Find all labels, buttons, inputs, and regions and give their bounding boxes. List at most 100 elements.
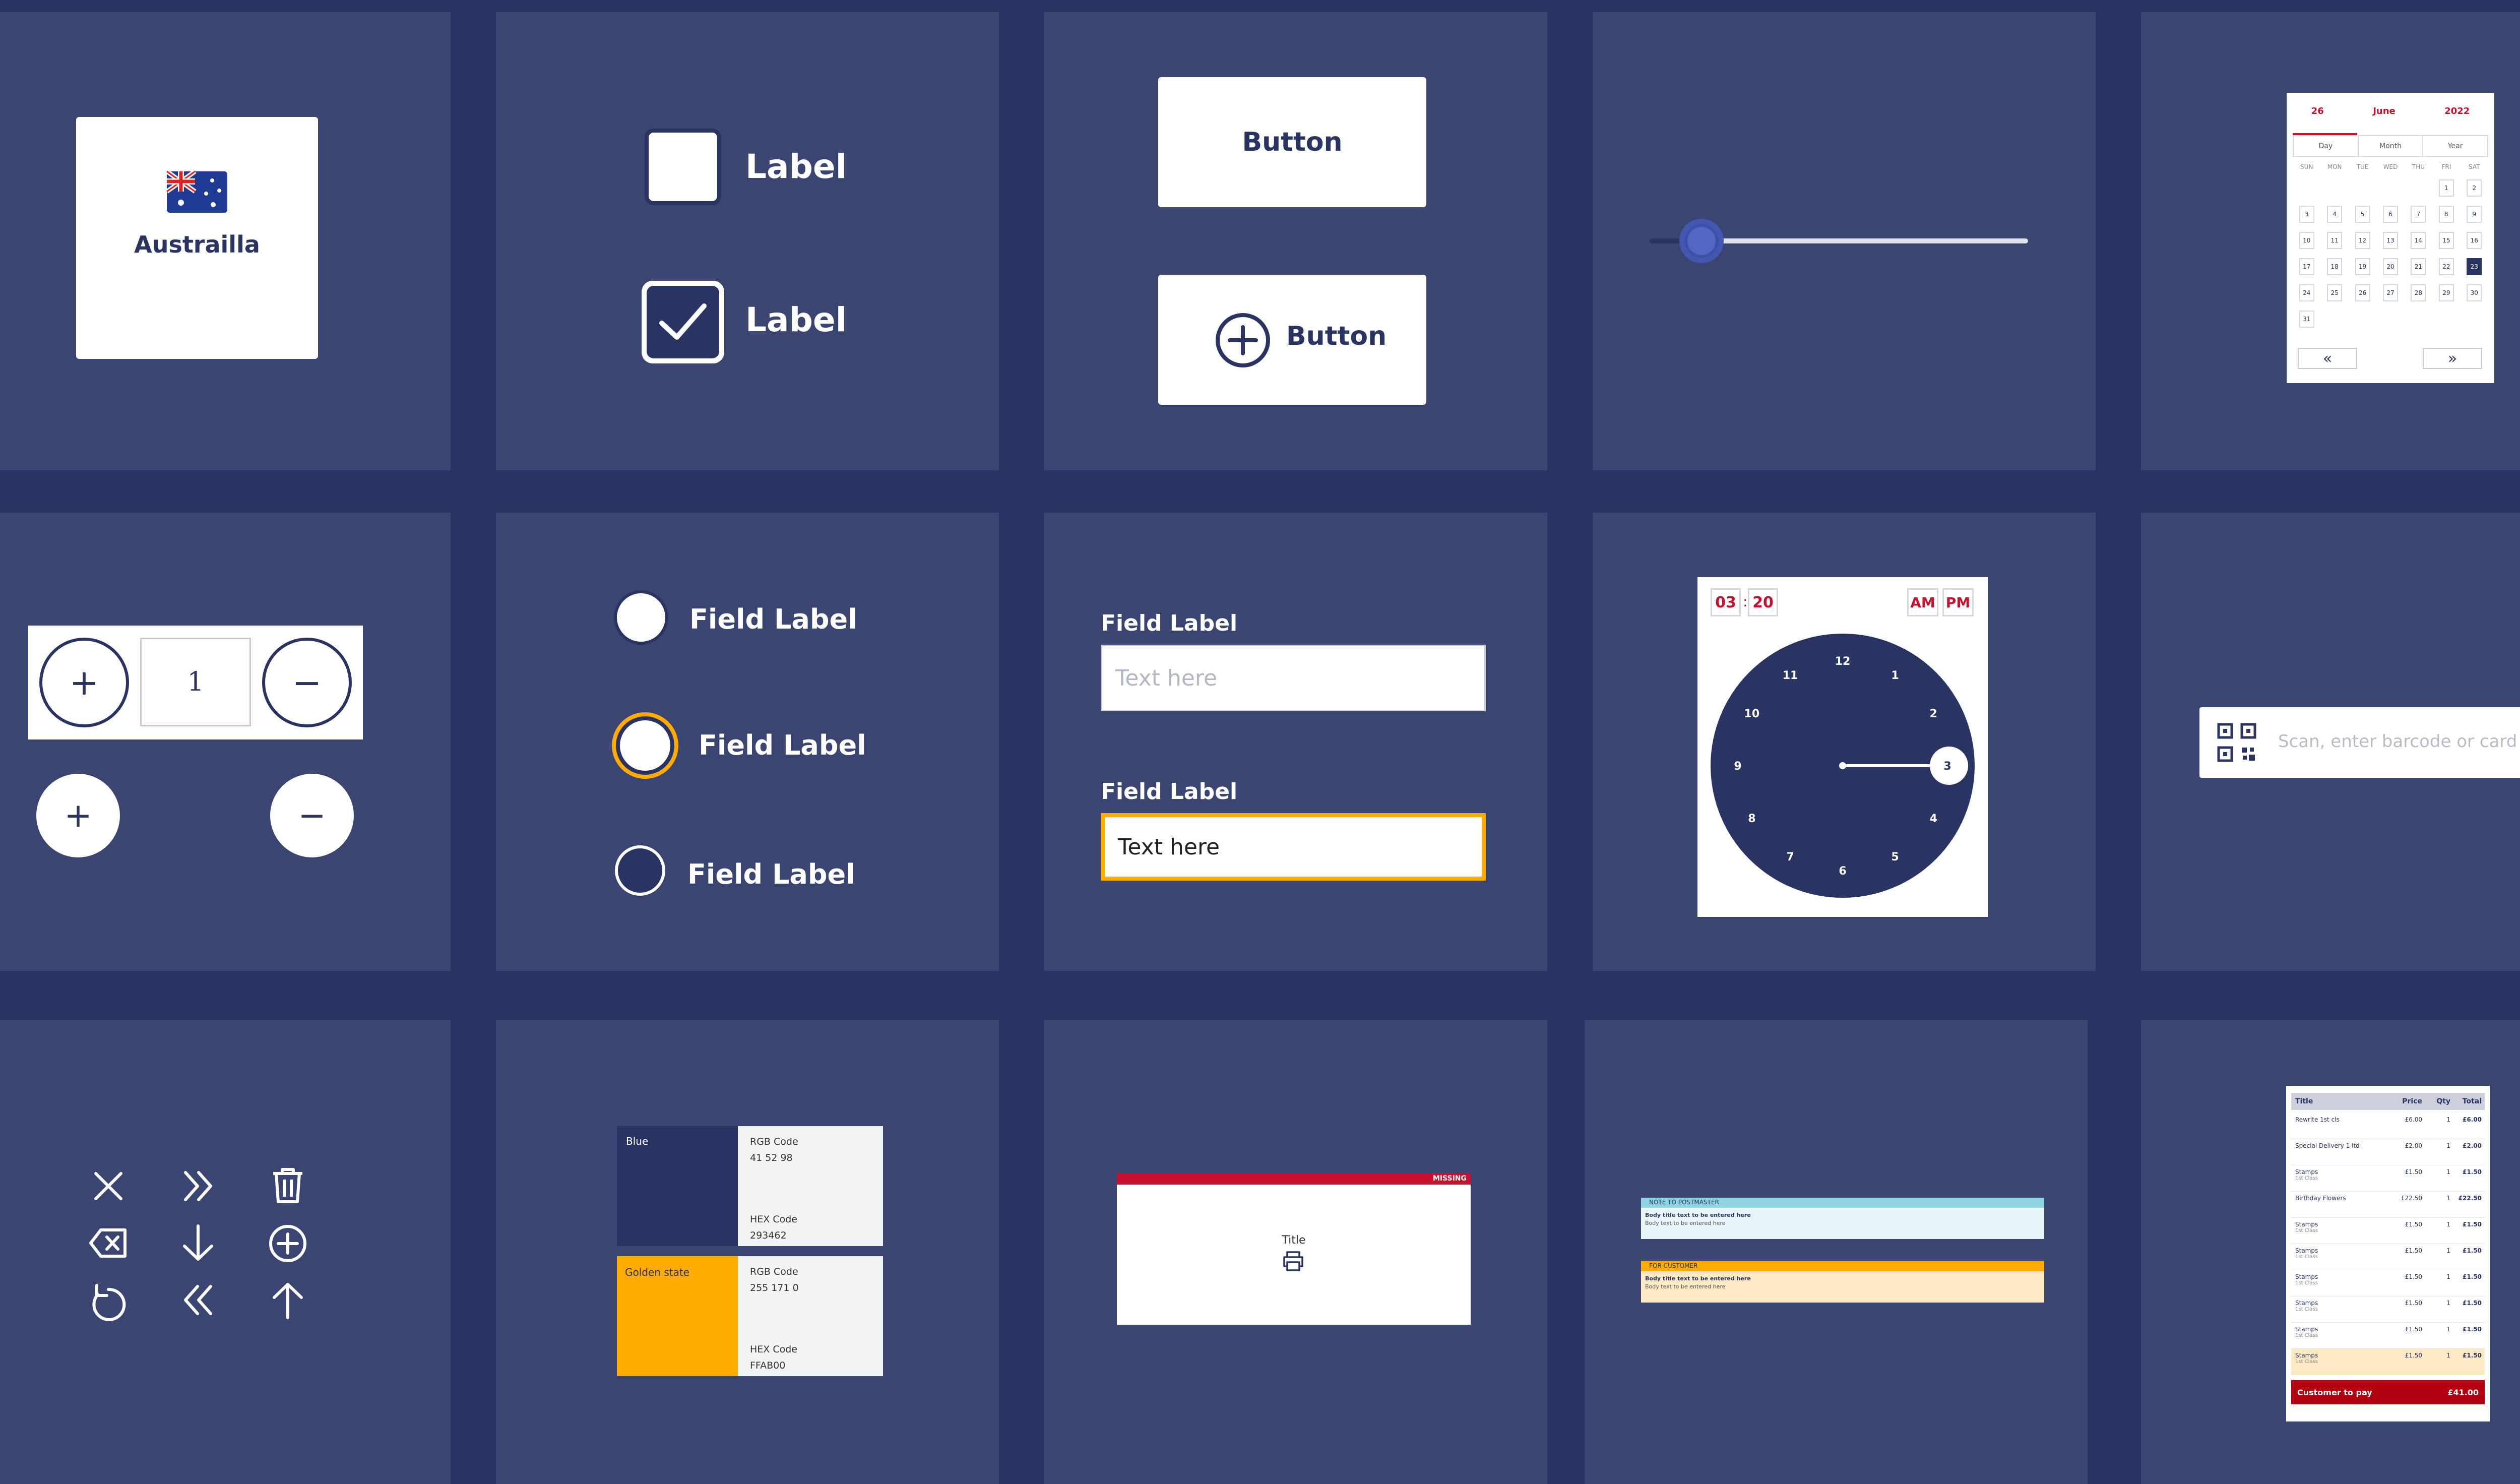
receipt-row[interactable]: Special Delivery 1 ltd £2.00 1 £2.00 bbox=[2291, 1139, 2485, 1165]
country-card[interactable]: Austrailla bbox=[76, 117, 318, 359]
calendar-date-cell[interactable]: 15 bbox=[2438, 232, 2454, 249]
clock-number[interactable]: 4 bbox=[1929, 813, 1937, 825]
arrow-down-icon[interactable] bbox=[180, 1224, 216, 1262]
stepper-plus-button[interactable]: + bbox=[39, 638, 129, 727]
calendar-date-cell[interactable]: 5 bbox=[2355, 206, 2370, 223]
calendar-date-cell[interactable]: 28 bbox=[2411, 284, 2426, 301]
barcode-input[interactable]: Scan, enter barcode or card number bbox=[2199, 707, 2520, 778]
receipt-row[interactable]: Stamps 1st Class £1.50 1 £1.50 bbox=[2291, 1296, 2485, 1323]
calendar-date-cell[interactable]: 7 bbox=[2411, 206, 2426, 223]
backspace-icon[interactable] bbox=[89, 1228, 128, 1258]
radio-focused[interactable] bbox=[612, 712, 678, 779]
calendar-date-cell[interactable]: 6 bbox=[2382, 206, 2398, 223]
calendar-date-cell[interactable]: 23 bbox=[2467, 258, 2482, 275]
prev-month-button[interactable]: « bbox=[2298, 348, 2357, 369]
am-button[interactable]: AM bbox=[1907, 588, 1938, 616]
clock-number[interactable]: 6 bbox=[1839, 865, 1846, 878]
calendar-date-cell[interactable]: 4 bbox=[2327, 206, 2343, 223]
stepper-input[interactable]: 1 bbox=[140, 638, 251, 726]
clock-number[interactable]: 9 bbox=[1734, 760, 1741, 773]
receipt-row[interactable]: Stamps 1st Class £1.50 1 £1.50 bbox=[2291, 1323, 2485, 1349]
calendar-date-cell[interactable]: 11 bbox=[2327, 232, 2343, 249]
calendar-date-cell[interactable]: 31 bbox=[2299, 311, 2314, 328]
calendar-date-cell[interactable]: 22 bbox=[2438, 258, 2454, 275]
clock-number[interactable]: 3 bbox=[1943, 760, 1951, 773]
receipt-row[interactable]: Stamps 1st Class £1.50 1 £1.50 bbox=[2291, 1270, 2485, 1296]
undo-icon[interactable] bbox=[89, 1281, 128, 1323]
calendar-date-cell[interactable]: 8 bbox=[2438, 206, 2454, 223]
receipt-row[interactable]: Stamps 1st Class £1.50 1 £1.50 bbox=[2291, 1244, 2485, 1270]
calendar-date-cell[interactable]: 13 bbox=[2382, 232, 2398, 249]
receipt-row[interactable]: Stamps 1st Class £1.50 1 £1.50 bbox=[2291, 1218, 2485, 1244]
calendar-date-cell[interactable]: 17 bbox=[2299, 258, 2314, 275]
calendar-date-cell[interactable]: 1 bbox=[2438, 179, 2454, 197]
receipt-row[interactable]: Stamps 1st Class £1.50 1 £1.50 bbox=[2291, 1349, 2485, 1375]
radio-filled[interactable] bbox=[614, 590, 668, 645]
calendar-date-cell[interactable]: 26 bbox=[2355, 284, 2370, 301]
calendar-date-cell[interactable]: 29 bbox=[2438, 284, 2454, 301]
receipt-row[interactable]: Birthday Flowers £22.50 1 £22.50 bbox=[2291, 1192, 2485, 1218]
clock-number[interactable]: 8 bbox=[1748, 813, 1755, 825]
receipt-item-price: £1.50 bbox=[2405, 1221, 2422, 1228]
hour-field[interactable]: 03 bbox=[1711, 588, 1741, 616]
close-icon[interactable] bbox=[91, 1168, 126, 1204]
pm-button[interactable]: PM bbox=[1942, 588, 1974, 616]
text-input-focused[interactable]: Text here bbox=[1101, 813, 1486, 881]
calendar-date-cell[interactable]: 12 bbox=[2355, 232, 2370, 249]
calendar-date-cell[interactable]: 14 bbox=[2411, 232, 2426, 249]
calendar-date-cell[interactable]: 10 bbox=[2299, 232, 2314, 249]
calendar-date-cell[interactable]: 20 bbox=[2382, 258, 2398, 275]
trash-icon[interactable] bbox=[270, 1166, 305, 1205]
double-chevron-left-icon[interactable] bbox=[180, 1282, 216, 1318]
next-month-button[interactable]: » bbox=[2423, 348, 2482, 369]
minute-field[interactable]: 20 bbox=[1748, 588, 1778, 616]
calendar-date-cell[interactable]: 24 bbox=[2299, 284, 2314, 301]
receipt-item-price: £22.50 bbox=[2401, 1195, 2422, 1202]
calendar-date-cell[interactable]: 3 bbox=[2299, 206, 2314, 223]
double-chevron-right-icon[interactable] bbox=[180, 1168, 216, 1204]
calendar-date-cell[interactable]: 19 bbox=[2355, 258, 2370, 275]
radio-empty[interactable] bbox=[615, 845, 665, 896]
calendar-year[interactable]: 2022 bbox=[2444, 106, 2470, 116]
calendar-empty-cell bbox=[2327, 179, 2342, 197]
checkbox-unchecked[interactable] bbox=[645, 129, 721, 205]
printer-icon[interactable] bbox=[1282, 1251, 1304, 1271]
calendar-date-cell[interactable]: 16 bbox=[2467, 232, 2482, 249]
receipt-row[interactable]: Rewrite 1st cls £6.00 1 £6.00 bbox=[2291, 1113, 2485, 1139]
view-month-tab[interactable]: Month bbox=[2359, 136, 2424, 156]
receipt-item-price: £1.50 bbox=[2405, 1300, 2422, 1307]
clock-face[interactable]: 121234567891011 bbox=[1710, 633, 1976, 899]
clock-number[interactable]: 2 bbox=[1929, 708, 1937, 720]
text-input[interactable]: Text here bbox=[1101, 645, 1486, 711]
arrow-up-icon[interactable] bbox=[270, 1281, 305, 1320]
plus-circle-icon[interactable] bbox=[268, 1224, 307, 1263]
slider-thumb[interactable] bbox=[1679, 219, 1724, 263]
receipt-footer[interactable]: Customer to pay £41.00 bbox=[2291, 1380, 2485, 1404]
calendar-date-cell[interactable]: 9 bbox=[2467, 206, 2482, 223]
stepper-minus-button[interactable]: − bbox=[262, 638, 352, 727]
stepper-minus-button[interactable]: − bbox=[270, 774, 354, 857]
stepper-plus-button[interactable]: + bbox=[36, 774, 120, 857]
view-day-tab[interactable]: Day bbox=[2294, 136, 2359, 156]
clock-number[interactable]: 12 bbox=[1835, 655, 1851, 668]
calendar-month[interactable]: June bbox=[2373, 106, 2396, 116]
clock-number[interactable]: 11 bbox=[1783, 669, 1798, 682]
primary-button[interactable]: Button bbox=[1158, 77, 1426, 207]
clock-number[interactable]: 10 bbox=[1744, 708, 1760, 720]
clock-number[interactable]: 5 bbox=[1891, 851, 1899, 863]
receipt-row[interactable]: Stamps 1st Class £1.50 1 £1.50 bbox=[2291, 1165, 2485, 1192]
calendar-day[interactable]: 26 bbox=[2311, 106, 2324, 116]
calendar-date-cell[interactable]: 27 bbox=[2382, 284, 2398, 301]
calendar-date-cell[interactable]: 30 bbox=[2467, 284, 2482, 301]
calendar-date-cell[interactable]: 18 bbox=[2327, 258, 2343, 275]
add-button[interactable]: Button bbox=[1158, 275, 1426, 405]
clock-number[interactable]: 1 bbox=[1891, 669, 1899, 682]
view-year-tab[interactable]: Year bbox=[2423, 136, 2487, 156]
calendar-empty-cell bbox=[2299, 179, 2314, 197]
calendar-date-cell[interactable]: 25 bbox=[2327, 284, 2343, 301]
calendar-date-cell[interactable]: 21 bbox=[2411, 258, 2426, 275]
checkbox-checked[interactable] bbox=[642, 281, 724, 363]
calendar-date-cell[interactable]: 2 bbox=[2467, 179, 2482, 197]
clock-number[interactable]: 7 bbox=[1786, 851, 1794, 863]
panel-print-card: MISSING Title bbox=[1044, 1020, 1547, 1484]
